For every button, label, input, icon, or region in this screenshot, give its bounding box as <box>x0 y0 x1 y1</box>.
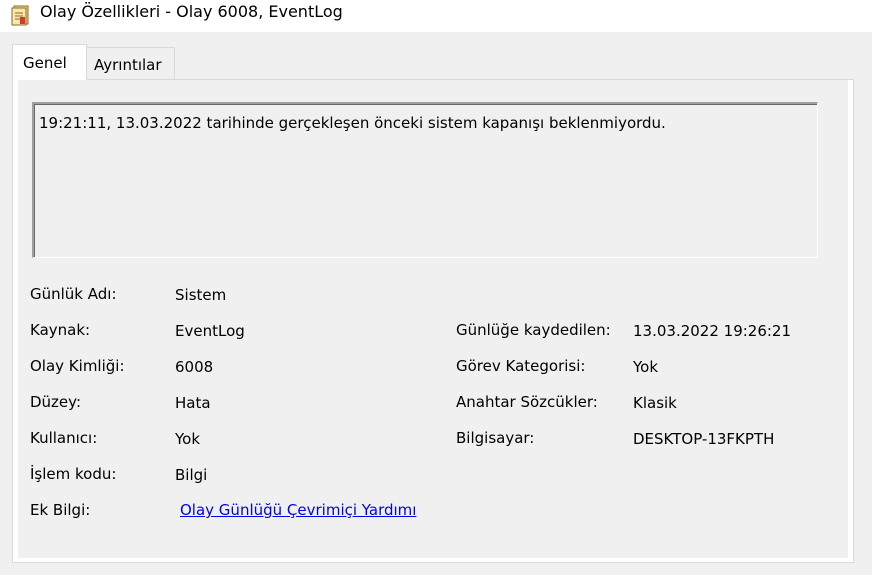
tab-genel[interactable]: Genel <box>12 44 87 80</box>
event-description-text: 19:21:11, 13.03.2022 tarihinde gerçekleş… <box>39 114 666 132</box>
logged-value: 13.03.2022 19:26:21 <box>633 322 792 340</box>
event-description-box[interactable]: 19:21:11, 13.03.2022 tarihinde gerçekleş… <box>32 102 818 258</box>
source-value: EventLog <box>175 322 245 340</box>
tab-ayrintilar-label: Ayrıntılar <box>94 56 162 74</box>
log-name-value: Sistem <box>175 286 227 304</box>
task-category-value: Yok <box>633 358 659 376</box>
user-value: Yok <box>175 430 201 448</box>
keywords-label: Anahtar Sözcükler: <box>456 393 598 411</box>
opcode-value: Bilgi <box>175 466 208 484</box>
log-name-label: Günlük Adı: <box>30 285 117 303</box>
event-log-icon <box>11 5 29 26</box>
level-label: Düzey: <box>30 393 81 411</box>
computer-label: Bilgisayar: <box>456 429 535 447</box>
window-title: Olay Özellikleri - Olay 6008, EventLog <box>40 2 343 21</box>
title-bar: Olay Özellikleri - Olay 6008, EventLog <box>0 0 872 32</box>
level-value: Hata <box>175 394 211 412</box>
more-info-label: Ek Bilgi: <box>30 501 91 519</box>
opcode-label: İşlem kodu: <box>30 465 117 483</box>
event-log-online-help-link[interactable]: Olay Günlüğü Çevrimiçi Yardımı <box>180 500 416 520</box>
source-label: Kaynak: <box>30 321 91 339</box>
task-category-label: Görev Kategorisi: <box>456 357 586 375</box>
user-label: Kullanıcı: <box>30 429 98 447</box>
tab-ayrintilar[interactable]: Ayrıntılar <box>87 47 175 79</box>
event-id-label: Olay Kimliği: <box>30 357 125 375</box>
tab-genel-label: Genel <box>23 54 67 72</box>
logged-label: Günlüğe kaydedilen: <box>456 321 611 339</box>
computer-value: DESKTOP-13FKPTH <box>633 430 775 448</box>
keywords-value: Klasik <box>633 394 677 412</box>
event-id-value: 6008 <box>175 358 214 376</box>
